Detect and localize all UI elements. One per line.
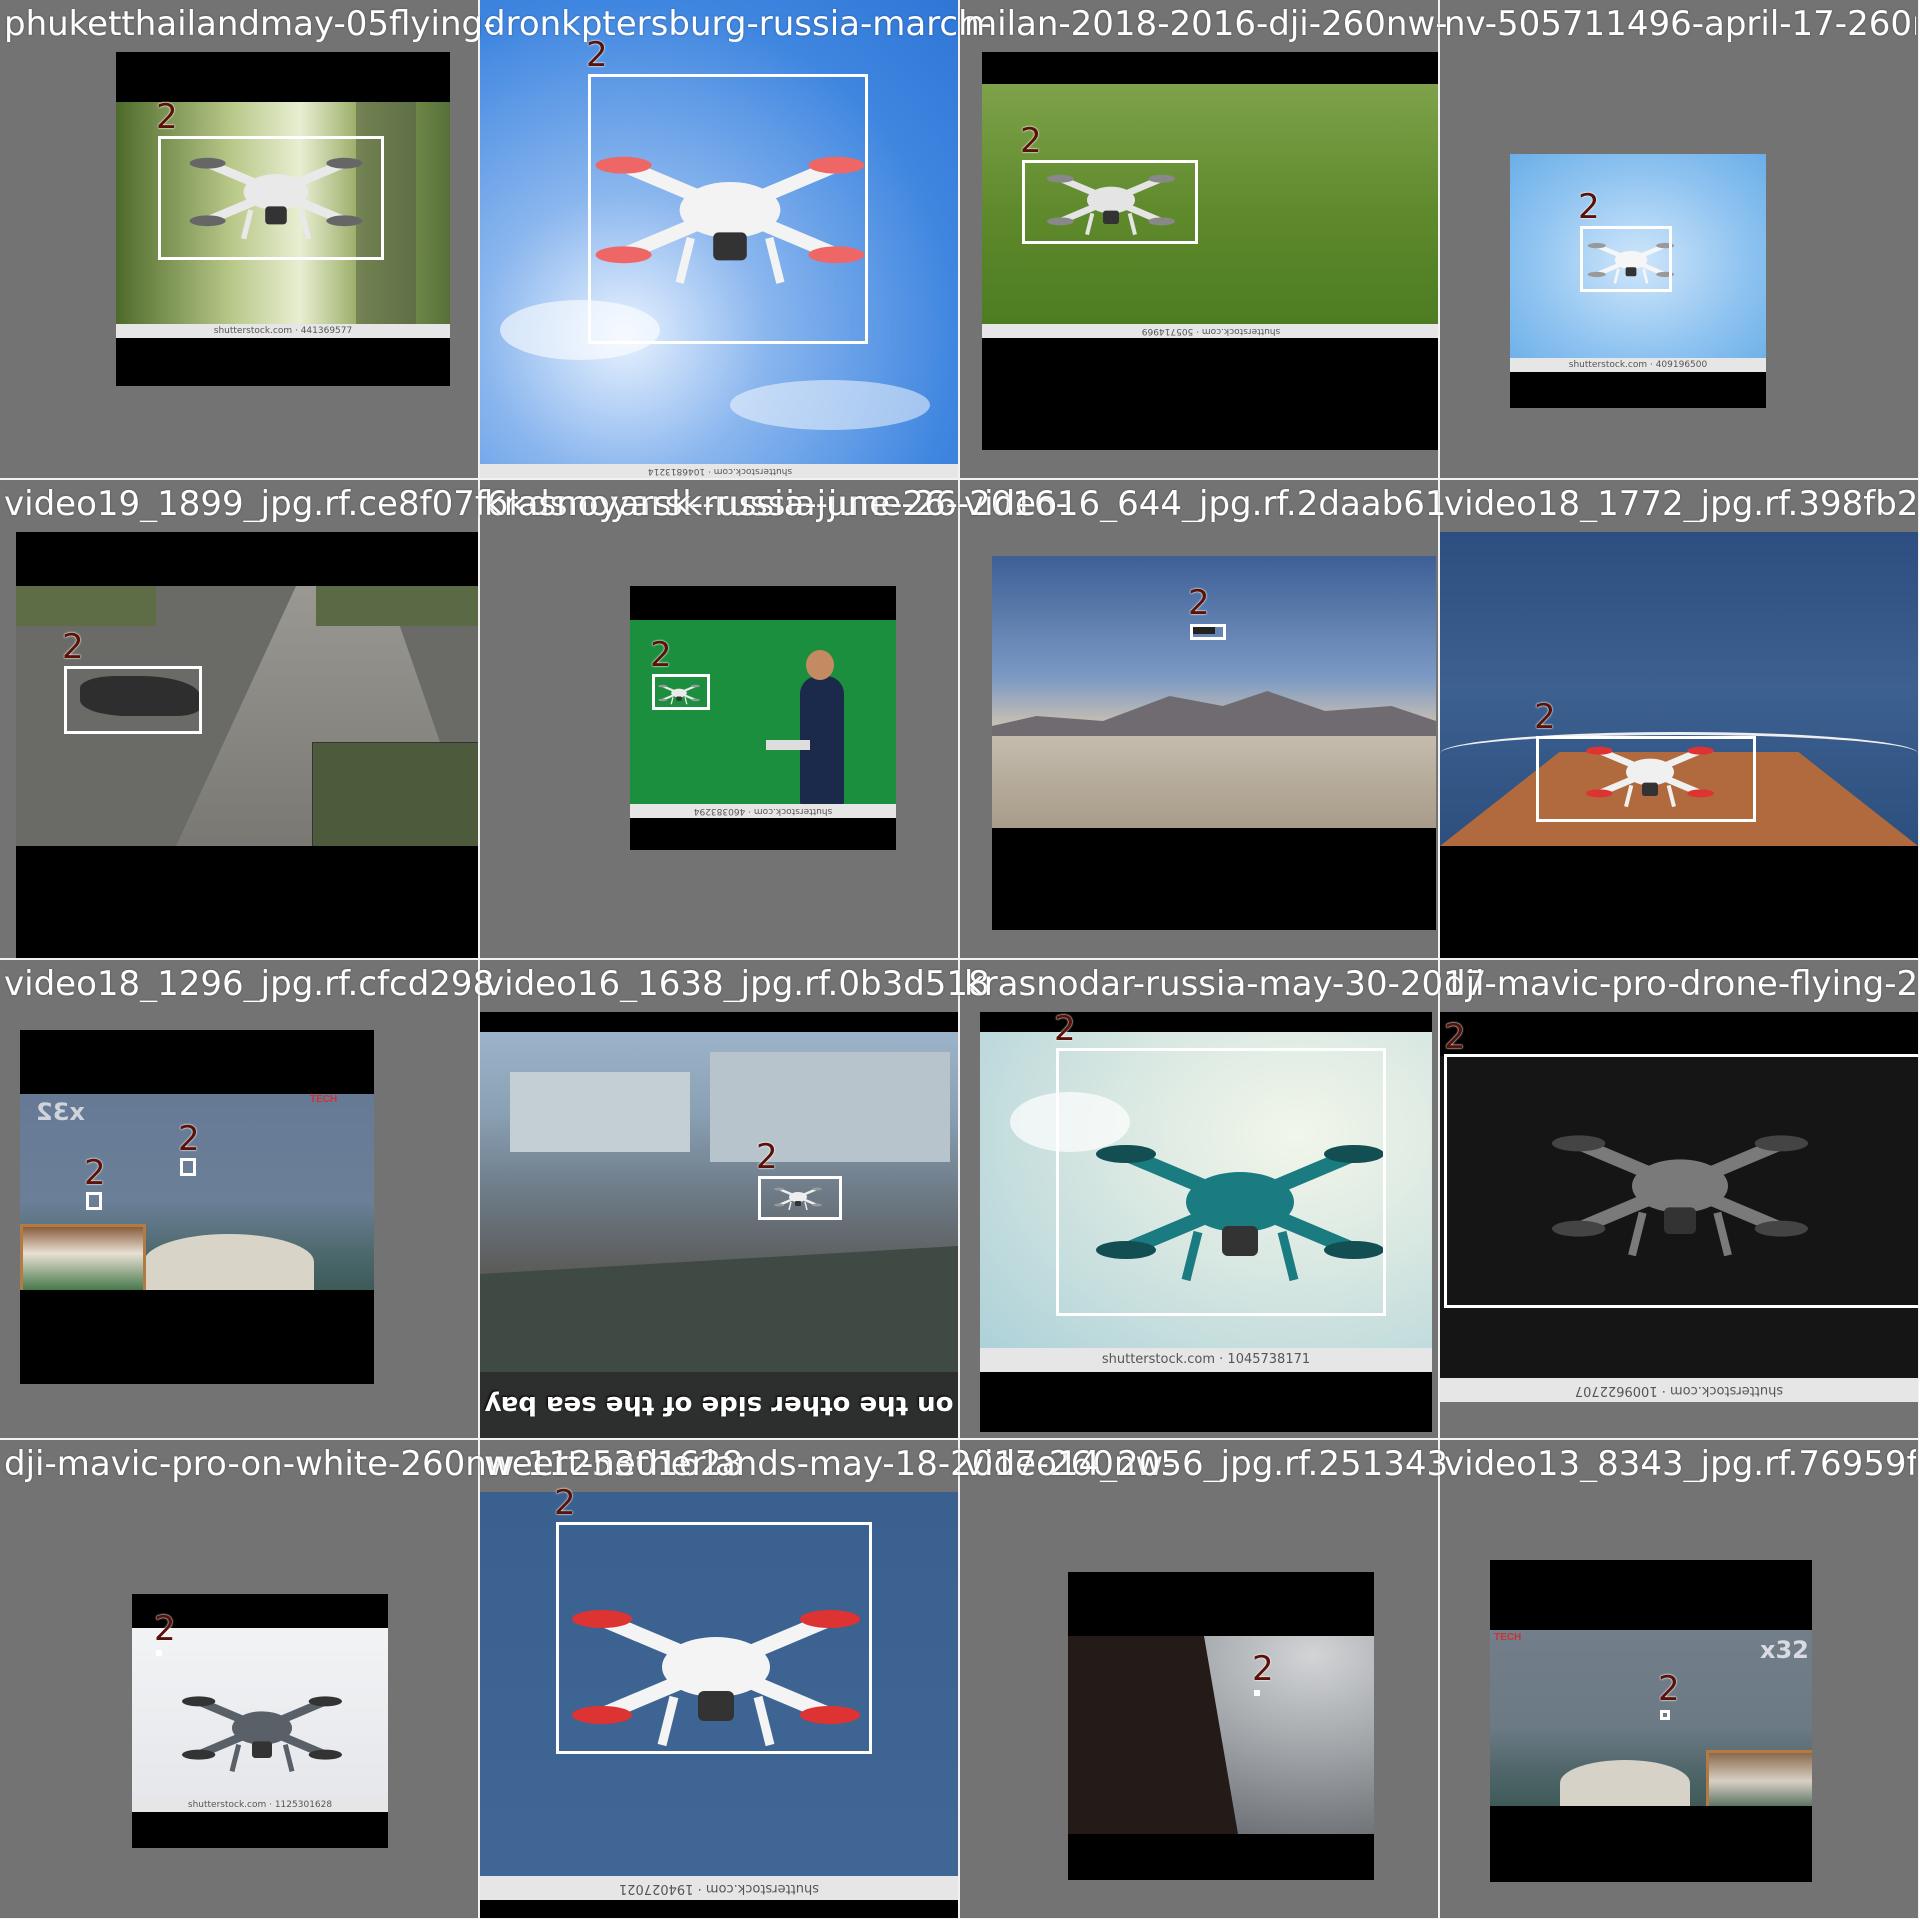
image-tile: shutterstock.com · 460383294 2 [479,479,959,959]
detection-box [588,74,868,344]
watermark: shutterstock.com · 441369577 [116,324,450,338]
detection-box [156,1650,162,1656]
watermark: shutterstock.com · 1046813214 [480,464,958,478]
watermark: shutterstock.com · 409196500 [1510,358,1766,372]
drone-icon [182,1696,342,1772]
detection-box [1190,624,1226,640]
image-tile: shutterstock.com · 194027021 2 [479,1439,959,1919]
overlay-text: x32 [36,1098,85,1126]
image-tile: shutterstock.com · 1046813214 2 [479,0,959,479]
watermark: shutterstock.com · 1125301628 [132,1798,388,1812]
photo [992,556,1436,828]
detection-box [758,1176,842,1220]
detection-box [1056,1048,1386,1316]
detection-box [180,1158,196,1176]
detection-box [556,1522,872,1754]
class-label: 2 [154,1609,176,1649]
photo: TECH x32 [1490,1630,1812,1806]
class-label: 2 [1534,697,1556,737]
detection-box [86,1192,102,1210]
photo: on the other side of the sea bay [480,1032,958,1438]
detection-box [158,136,384,260]
image-tile: shutterstock.com · 1045738171 2 [959,959,1439,1439]
class-label: 2 [1444,1017,1466,1057]
class-label: 2 [178,1119,200,1159]
detection-box [1660,1710,1670,1720]
class-label: 2 [1020,121,1042,161]
detection-box [1022,160,1198,244]
detection-box [64,666,202,734]
class-label: 2 [554,1483,576,1523]
image-tile: shutterstock.com · 1009622707 2 [1439,959,1919,1439]
detection-box [652,674,710,710]
detection-box [1580,226,1672,292]
image-tile: shutterstock.com · 409196500 2 [1439,0,1919,479]
class-label: 2 [1252,1649,1274,1689]
detection-box [1536,736,1756,822]
image-tile: 2 [959,479,1439,959]
image-tile: shutterstock.com · 1125301628 2 [0,1439,479,1919]
watermark: shutterstock.com · 1045738171 [980,1348,1432,1372]
class-label: 2 [84,1153,106,1193]
overlay-text: x32 [1760,1636,1809,1664]
photo: shutterstock.com · 1125301628 [132,1628,388,1812]
image-tile: 2 [1439,479,1919,959]
class-label: 2 [756,1137,778,1177]
class-label: 2 [1054,1009,1076,1049]
class-label: 2 [650,635,672,675]
class-label: 2 [1188,583,1210,623]
watermark: shutterstock.com · 460383294 [630,804,896,818]
detection-box [1254,1690,1260,1696]
class-label: 2 [1578,187,1600,227]
image-tile: shutterstock.com · 505714969 2 [959,0,1439,479]
image-tile: x32 TECH 2 2 [0,959,479,1439]
image-grid: shutterstock.com · 441369577 2 shuttersto… [0,0,1920,1920]
watermark: shutterstock.com · 505714969 [982,324,1438,338]
class-label: 2 [1658,1669,1680,1709]
video-caption: on the other side of the sea bay [484,1390,954,1420]
image-tile: 2 [0,479,479,959]
photo [1068,1636,1374,1834]
image-tile: on the other side of the sea bay 2 [479,959,959,1439]
class-label: 2 [62,627,84,667]
image-tile: shutterstock.com · 441369577 2 [0,0,479,479]
watermark: shutterstock.com · 1009622707 [1440,1378,1918,1402]
image-tile: 2 [959,1439,1439,1919]
detection-box [1444,1054,1918,1308]
watermark: shutterstock.com · 194027021 [480,1876,958,1900]
class-label: 2 [156,97,178,137]
image-tile: TECH x32 2 [1439,1439,1919,1919]
class-label: 2 [586,35,608,75]
